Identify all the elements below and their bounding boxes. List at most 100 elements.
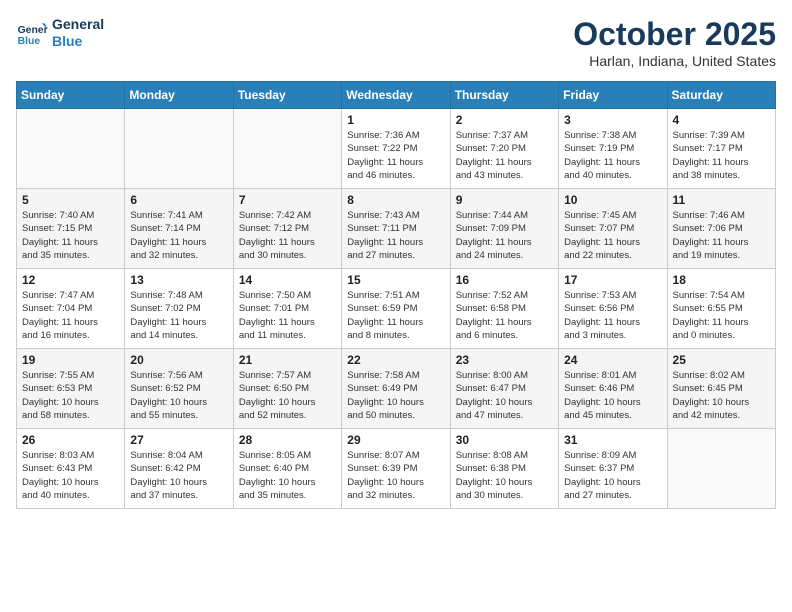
day-number: 22 [347,353,444,367]
day-cell: 7 Sunrise: 7:42 AM Sunset: 7:12 PM Daylig… [233,189,341,269]
day-number: 11 [673,193,770,207]
day-number: 27 [130,433,227,447]
day-number: 9 [456,193,553,207]
day-cell: 21Sunrise: 7:57 AM Sunset: 6:50 PM Dayli… [233,349,341,429]
header-cell-wednesday: Wednesday [342,82,450,109]
day-info: Sunrise: 7:36 AM Sunset: 7:22 PM Dayligh… [347,129,444,182]
header-cell-monday: Monday [125,82,233,109]
day-info: Sunrise: 7:53 AM Sunset: 6:56 PM Dayligh… [564,289,661,342]
day-info: Sunrise: 7:39 AM Sunset: 7:17 PM Dayligh… [673,129,770,182]
week-row-2: 5 Sunrise: 7:40 AM Sunset: 7:15 PM Daylig… [17,189,776,269]
day-number: 4 [673,113,770,127]
day-info: Sunrise: 8:05 AM Sunset: 6:40 PM Dayligh… [239,449,336,502]
day-number: 10 [564,193,661,207]
day-info: Sunrise: 8:08 AM Sunset: 6:38 PM Dayligh… [456,449,553,502]
header-cell-saturday: Saturday [667,82,775,109]
day-number: 5 [22,193,119,207]
day-number: 23 [456,353,553,367]
day-number: 6 [130,193,227,207]
day-info: Sunrise: 7:43 AM Sunset: 7:11 PM Dayligh… [347,209,444,262]
calendar-body: 1 Sunrise: 7:36 AM Sunset: 7:22 PM Daylig… [17,109,776,509]
day-cell: 13Sunrise: 7:48 AM Sunset: 7:02 PM Dayli… [125,269,233,349]
day-info: Sunrise: 8:03 AM Sunset: 6:43 PM Dayligh… [22,449,119,502]
day-cell: 27 Sunrise: 8:04 AM Sunset: 6:42 PM Dayli… [125,429,233,509]
day-cell: 25Sunrise: 8:02 AM Sunset: 6:45 PM Dayli… [667,349,775,429]
day-cell: 18Sunrise: 7:54 AM Sunset: 6:55 PM Dayli… [667,269,775,349]
logo-general: General [52,16,104,33]
day-cell: 8 Sunrise: 7:43 AM Sunset: 7:11 PM Daylig… [342,189,450,269]
day-cell: 26 Sunrise: 8:03 AM Sunset: 6:43 PM Dayli… [17,429,125,509]
day-info: Sunrise: 7:41 AM Sunset: 7:14 PM Dayligh… [130,209,227,262]
day-cell: 29 Sunrise: 8:07 AM Sunset: 6:39 PM Dayli… [342,429,450,509]
day-cell: 31 Sunrise: 8:09 AM Sunset: 6:37 PM Dayli… [559,429,667,509]
calendar-header: SundayMondayTuesdayWednesdayThursdayFrid… [17,82,776,109]
day-number: 31 [564,433,661,447]
day-number: 8 [347,193,444,207]
week-row-1: 1 Sunrise: 7:36 AM Sunset: 7:22 PM Daylig… [17,109,776,189]
month-title: October 2025 [573,16,776,53]
day-number: 24 [564,353,661,367]
day-number: 30 [456,433,553,447]
day-info: Sunrise: 8:04 AM Sunset: 6:42 PM Dayligh… [130,449,227,502]
day-cell: 14 Sunrise: 7:50 AM Sunset: 7:01 PM Dayli… [233,269,341,349]
day-cell [233,109,341,189]
svg-text:Blue: Blue [18,36,41,47]
day-info: Sunrise: 7:51 AM Sunset: 6:59 PM Dayligh… [347,289,444,342]
day-info: Sunrise: 7:40 AM Sunset: 7:15 PM Dayligh… [22,209,119,262]
day-info: Sunrise: 7:37 AM Sunset: 7:20 PM Dayligh… [456,129,553,182]
day-info: Sunrise: 7:42 AM Sunset: 7:12 PM Dayligh… [239,209,336,262]
day-number: 13 [130,273,227,287]
day-info: Sunrise: 7:44 AM Sunset: 7:09 PM Dayligh… [456,209,553,262]
day-cell: 5 Sunrise: 7:40 AM Sunset: 7:15 PM Daylig… [17,189,125,269]
day-info: Sunrise: 8:01 AM Sunset: 6:46 PM Dayligh… [564,369,661,422]
day-cell: 10 Sunrise: 7:45 AM Sunset: 7:07 PM Dayli… [559,189,667,269]
day-info: Sunrise: 7:45 AM Sunset: 7:07 PM Dayligh… [564,209,661,262]
day-cell: 15 Sunrise: 7:51 AM Sunset: 6:59 PM Dayli… [342,269,450,349]
day-number: 1 [347,113,444,127]
day-cell: 23Sunrise: 8:00 AM Sunset: 6:47 PM Dayli… [450,349,558,429]
day-number: 19 [22,353,119,367]
day-info: Sunrise: 7:58 AM Sunset: 6:49 PM Dayligh… [347,369,444,422]
day-cell: 6 Sunrise: 7:41 AM Sunset: 7:14 PM Daylig… [125,189,233,269]
day-cell: 9 Sunrise: 7:44 AM Sunset: 7:09 PM Daylig… [450,189,558,269]
day-number: 15 [347,273,444,287]
header-cell-friday: Friday [559,82,667,109]
day-number: 29 [347,433,444,447]
day-info: Sunrise: 7:47 AM Sunset: 7:04 PM Dayligh… [22,289,119,342]
day-number: 14 [239,273,336,287]
header-cell-tuesday: Tuesday [233,82,341,109]
day-info: Sunrise: 7:50 AM Sunset: 7:01 PM Dayligh… [239,289,336,342]
day-number: 3 [564,113,661,127]
day-info: Sunrise: 7:52 AM Sunset: 6:58 PM Dayligh… [456,289,553,342]
day-cell: 2 Sunrise: 7:37 AM Sunset: 7:20 PM Daylig… [450,109,558,189]
day-number: 2 [456,113,553,127]
week-row-3: 12Sunrise: 7:47 AM Sunset: 7:04 PM Dayli… [17,269,776,349]
day-cell [17,109,125,189]
day-cell: 28Sunrise: 8:05 AM Sunset: 6:40 PM Dayli… [233,429,341,509]
page-header: General Blue General Blue October 2025 H… [16,16,776,69]
day-info: Sunrise: 7:55 AM Sunset: 6:53 PM Dayligh… [22,369,119,422]
day-cell: 24 Sunrise: 8:01 AM Sunset: 6:46 PM Dayli… [559,349,667,429]
day-cell: 11Sunrise: 7:46 AM Sunset: 7:06 PM Dayli… [667,189,775,269]
day-cell [125,109,233,189]
day-cell: 3 Sunrise: 7:38 AM Sunset: 7:19 PM Daylig… [559,109,667,189]
day-number: 26 [22,433,119,447]
calendar-table: SundayMondayTuesdayWednesdayThursdayFrid… [16,81,776,509]
day-cell: 19 Sunrise: 7:55 AM Sunset: 6:53 PM Dayli… [17,349,125,429]
day-number: 20 [130,353,227,367]
svg-text:General: General [18,25,48,36]
week-row-4: 19 Sunrise: 7:55 AM Sunset: 6:53 PM Dayli… [17,349,776,429]
day-number: 21 [239,353,336,367]
day-number: 7 [239,193,336,207]
day-info: Sunrise: 8:02 AM Sunset: 6:45 PM Dayligh… [673,369,770,422]
header-cell-thursday: Thursday [450,82,558,109]
day-info: Sunrise: 8:09 AM Sunset: 6:37 PM Dayligh… [564,449,661,502]
day-cell: 12Sunrise: 7:47 AM Sunset: 7:04 PM Dayli… [17,269,125,349]
day-info: Sunrise: 7:38 AM Sunset: 7:19 PM Dayligh… [564,129,661,182]
day-info: Sunrise: 8:07 AM Sunset: 6:39 PM Dayligh… [347,449,444,502]
day-cell: 1 Sunrise: 7:36 AM Sunset: 7:22 PM Daylig… [342,109,450,189]
day-cell: 16Sunrise: 7:52 AM Sunset: 6:58 PM Dayli… [450,269,558,349]
week-row-5: 26 Sunrise: 8:03 AM Sunset: 6:43 PM Dayli… [17,429,776,509]
day-cell: 22 Sunrise: 7:58 AM Sunset: 6:49 PM Dayli… [342,349,450,429]
day-cell: 4 Sunrise: 7:39 AM Sunset: 7:17 PM Daylig… [667,109,775,189]
